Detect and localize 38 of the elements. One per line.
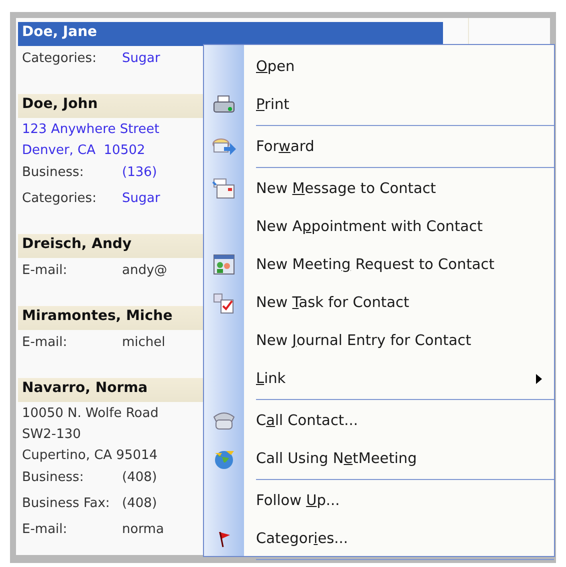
- menu-item[interactable]: New Meeting Request to Contact: [204, 246, 554, 284]
- menu-item[interactable]: New Task for Contact: [204, 284, 554, 322]
- envelope-arrow-icon: [212, 137, 236, 157]
- flag-icon: [217, 530, 231, 548]
- field-value: michel: [122, 334, 166, 351]
- menu-item[interactable]: Call Contact...: [204, 402, 554, 440]
- field-value: Sugar: [122, 190, 160, 207]
- calendar-people-icon: [212, 254, 236, 276]
- menu-item[interactable]: Follow Up...: [204, 482, 554, 520]
- address-line: Cupertino, CA 95014: [22, 448, 158, 463]
- checklist-icon: [212, 292, 236, 314]
- field-value: (408): [122, 469, 157, 486]
- address-line: 123 Anywhere Street: [22, 122, 160, 137]
- field-label: E-mail:: [22, 334, 68, 351]
- field-label: Categories:: [22, 50, 98, 67]
- field-label: Categories:: [22, 190, 98, 207]
- field-value: norma: [122, 521, 164, 538]
- menu-item[interactable]: New Journal Entry for Contact: [204, 322, 554, 360]
- field-label: E-mail:: [22, 262, 68, 279]
- field-value: Sugar: [122, 50, 160, 67]
- telephone-icon: [212, 411, 236, 431]
- address-line: 10050 N. Wolfe Road: [22, 406, 158, 421]
- field-label: E-mail:: [22, 521, 68, 538]
- field-label: Business:: [22, 164, 85, 181]
- field-value: (136): [122, 164, 157, 181]
- menu-item[interactable]: Open: [204, 48, 554, 86]
- field-label: Business Fax:: [22, 495, 111, 512]
- menu-item[interactable]: New Appointment with Contact: [204, 208, 554, 246]
- envelope-card-icon: [212, 178, 236, 200]
- printer-icon: [213, 95, 235, 115]
- address-line: Denver, CA 10502: [22, 143, 146, 158]
- address-line: SW2-130: [22, 427, 81, 442]
- field-value: andy@: [122, 262, 168, 279]
- field-value: (408): [122, 495, 157, 512]
- menu-item[interactable]: New Message to Contact: [204, 170, 554, 208]
- field-label: Business:: [22, 469, 85, 486]
- contact-name[interactable]: Doe, Jane: [18, 22, 443, 46]
- globe-icon: [212, 448, 236, 470]
